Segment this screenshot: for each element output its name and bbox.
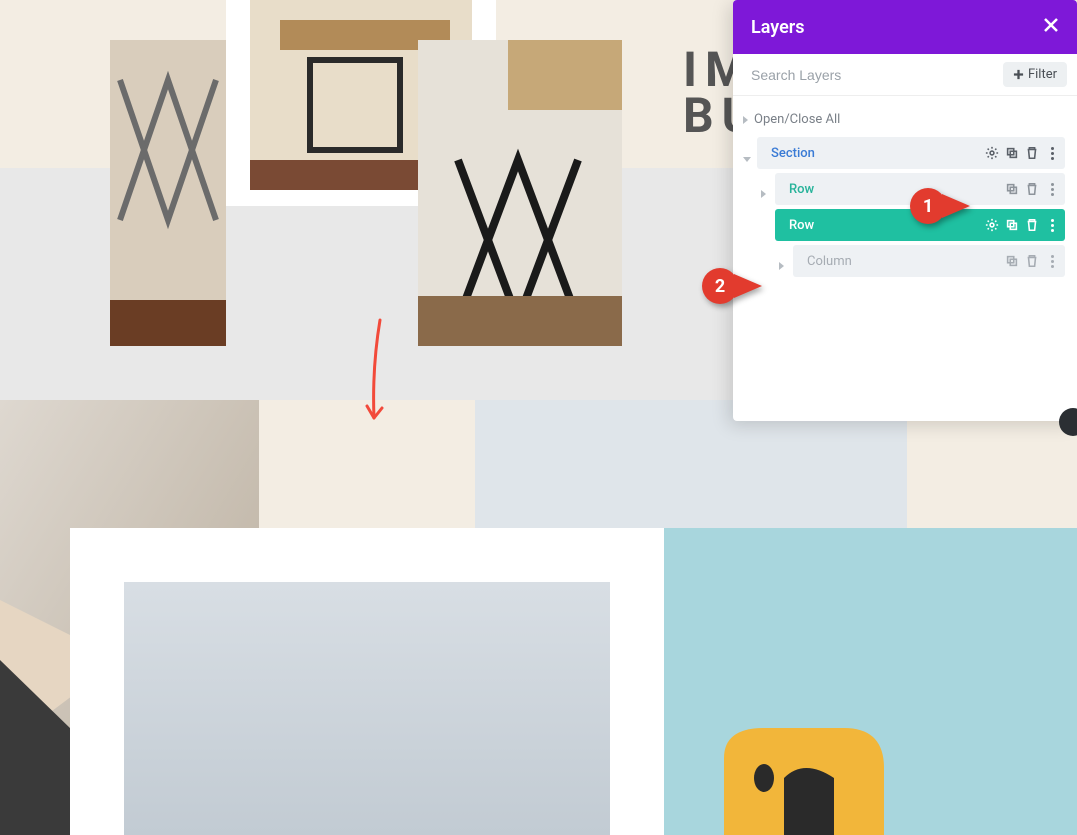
layers-panel-header: Layers: [733, 0, 1077, 54]
duplicate-icon[interactable]: [1005, 182, 1019, 196]
callout-2-text: 2: [715, 276, 725, 297]
filter-button[interactable]: Filter: [1003, 62, 1067, 87]
open-close-all-label: Open/Close All: [754, 112, 840, 127]
layers-panel-title: Layers: [751, 17, 805, 38]
filter-label: Filter: [1028, 67, 1057, 82]
tree-caret-section[interactable]: [743, 147, 751, 166]
gear-icon[interactable]: [985, 218, 999, 232]
close-icon: [1043, 17, 1059, 33]
close-button[interactable]: [1043, 17, 1059, 37]
tree-caret-column[interactable]: [779, 255, 784, 274]
photo-6-frame: [70, 528, 664, 835]
layers-tree: Open/Close All Section Row: [733, 96, 1077, 421]
tree-label-row-1: Row: [783, 182, 1005, 197]
tree-node-section[interactable]: Section: [757, 137, 1065, 169]
duplicate-icon[interactable]: [1005, 218, 1019, 232]
callout-1: 1: [910, 188, 970, 224]
tree-label-column: Column: [801, 254, 1005, 269]
photo-6: [124, 582, 610, 835]
annotation-arrow: [362, 318, 392, 438]
photo-3: [418, 40, 622, 346]
duplicate-icon[interactable]: [1005, 254, 1019, 268]
photo-5b: [664, 528, 1077, 835]
more-icon[interactable]: [1045, 254, 1059, 268]
tree-label-section: Section: [765, 146, 985, 161]
trash-icon[interactable]: [1025, 146, 1039, 160]
search-input[interactable]: [751, 67, 1003, 83]
caret-right-icon: [743, 116, 748, 124]
trash-icon[interactable]: [1025, 218, 1039, 232]
plus-icon: [1013, 69, 1024, 80]
trash-icon[interactable]: [1025, 182, 1039, 196]
duplicate-icon[interactable]: [1005, 146, 1019, 160]
gear-icon[interactable]: [985, 146, 999, 160]
tree-caret-row-1[interactable]: [761, 183, 766, 202]
more-icon[interactable]: [1045, 218, 1059, 232]
trash-icon[interactable]: [1025, 254, 1039, 268]
callout-2: 2: [702, 268, 762, 304]
more-icon[interactable]: [1045, 182, 1059, 196]
layers-toolbar: Filter: [733, 54, 1077, 96]
open-close-all[interactable]: Open/Close All: [741, 108, 1065, 137]
more-icon[interactable]: [1045, 146, 1059, 160]
tree-node-column[interactable]: Column: [793, 245, 1065, 277]
photo-1: [110, 40, 226, 346]
tree-caret-row-2[interactable]: [761, 219, 769, 238]
callout-1-text: 1: [923, 196, 933, 217]
layers-panel: Layers Filter Open/Close All Section: [733, 0, 1077, 421]
